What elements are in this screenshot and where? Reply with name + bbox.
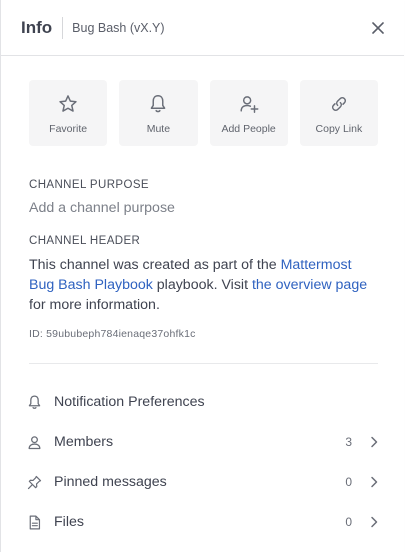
channel-header-section: CHANNEL HEADER This channel was created … xyxy=(1,235,404,340)
channel-actions: Favorite Mute Add People Copy Link xyxy=(1,56,404,146)
account-icon xyxy=(28,435,40,449)
files-label: Files xyxy=(54,514,84,530)
pinned-messages-count: 0 xyxy=(345,475,352,489)
panel-header: Info Bug Bash (vX.Y) xyxy=(1,0,404,56)
header-text-part-1: This channel was created as part of the xyxy=(29,257,281,273)
add-people-button[interactable]: Add People xyxy=(209,80,288,146)
files-count: 0 xyxy=(345,515,352,529)
favorite-label: Favorite xyxy=(49,123,88,135)
header-separator xyxy=(62,16,64,39)
chevron-right-icon xyxy=(371,476,378,488)
close-icon xyxy=(372,21,384,34)
channel-info-panel: Info Bug Bash (vX.Y) Favorite Mute Add P… xyxy=(0,0,404,552)
overview-page-link[interactable]: the overview page xyxy=(252,277,367,293)
members-label: Members xyxy=(54,434,114,450)
notification-preferences-label: Notification Preferences xyxy=(54,394,205,410)
files-item[interactable]: Files 0 xyxy=(1,502,404,542)
channel-id: ID: 59ububeph784ienaqe37ohfk1c xyxy=(29,328,196,340)
favorite-button[interactable]: Favorite xyxy=(29,80,108,146)
channel-header-text: This channel was created as part of the … xyxy=(29,255,376,315)
close-button[interactable] xyxy=(366,16,390,40)
copy-link-label: Copy Link xyxy=(315,123,363,135)
header-text-part-2: playbook. Visit xyxy=(152,277,252,293)
channel-purpose-title: CHANNEL PURPOSE xyxy=(29,179,149,191)
chevron-right-icon xyxy=(371,516,378,528)
header-text-part-3: for more information. xyxy=(29,297,160,313)
link-icon xyxy=(331,96,346,112)
channel-name: Bug Bash (vX.Y) xyxy=(72,20,165,35)
mute-button[interactable]: Mute xyxy=(119,80,198,146)
pin-icon xyxy=(27,475,41,489)
pinned-messages-label: Pinned messages xyxy=(54,474,167,490)
copy-link-button[interactable]: Copy Link xyxy=(299,80,378,146)
star-icon xyxy=(59,95,77,112)
members-count: 3 xyxy=(345,435,352,449)
channel-purpose-section: CHANNEL PURPOSE Add a channel purpose xyxy=(1,179,404,216)
add-user-icon xyxy=(240,96,259,113)
bell-icon xyxy=(28,394,40,409)
file-icon xyxy=(29,515,40,529)
section-divider xyxy=(29,363,378,364)
members-item[interactable]: Members 3 xyxy=(1,422,404,462)
add-people-label: Add People xyxy=(221,123,276,135)
bell-icon xyxy=(151,95,166,113)
channel-header-title: CHANNEL HEADER xyxy=(29,235,141,247)
add-channel-purpose[interactable]: Add a channel purpose xyxy=(29,200,376,216)
notification-preferences-item[interactable]: Notification Preferences xyxy=(1,382,404,422)
channel-menu: Notification Preferences Members 3 Pinne… xyxy=(1,382,404,542)
pinned-messages-item[interactable]: Pinned messages 0 xyxy=(1,462,404,502)
panel-title: Info xyxy=(21,17,53,37)
mute-label: Mute xyxy=(146,123,171,135)
chevron-right-icon xyxy=(371,436,378,448)
